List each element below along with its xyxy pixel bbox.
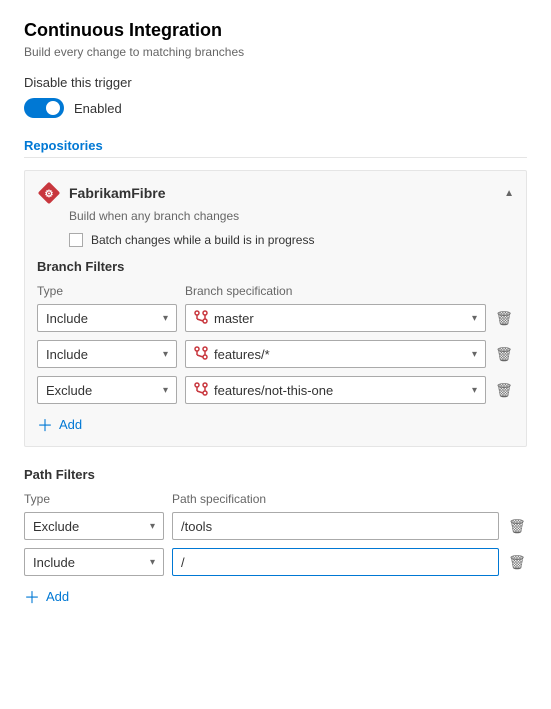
branch-icon-0 <box>194 310 208 327</box>
repositories-header: Repositories <box>24 138 527 158</box>
path-type-dropdown-0[interactable]: Exclude ▾ <box>24 512 164 540</box>
chevron-down-icon-spec-0: ▾ <box>472 313 477 324</box>
branch-spec-text-2: features/not-this-one <box>214 383 466 398</box>
repo-name: FabrikamFibre <box>69 185 496 201</box>
path-spec-input-0[interactable] <box>172 512 499 540</box>
path-filters-title: Path Filters <box>24 467 527 482</box>
delete-path-row-1[interactable]: 🗑 <box>507 552 527 572</box>
path-filter-row-1: Include ▾ 🗑 <box>24 548 527 576</box>
path-spec-input-1[interactable] <box>172 548 499 576</box>
chevron-down-icon: ▾ <box>163 313 168 324</box>
add-branch-filter-row[interactable]: ＋ Add <box>37 412 514 436</box>
branch-spec-dropdown-1[interactable]: features/* ▾ <box>185 340 486 368</box>
chevron-down-icon: ▾ <box>150 521 155 532</box>
svg-text:⚙: ⚙ <box>45 189 54 200</box>
branch-icon-1 <box>194 346 208 363</box>
add-path-label: Add <box>46 589 69 604</box>
toggle-state-label: Enabled <box>74 101 122 116</box>
page-subtitle: Build every change to matching branches <box>24 45 527 59</box>
branch-spec-dropdown-2[interactable]: features/not-this-one ▾ <box>185 376 486 404</box>
repo-icon: ⚙ <box>37 181 61 205</box>
plus-icon-path: ＋ <box>24 584 40 608</box>
chevron-down-icon: ▾ <box>150 557 155 568</box>
delete-branch-row-0[interactable]: 🗑 <box>494 308 514 328</box>
chevron-down-icon-spec-1: ▾ <box>472 349 477 360</box>
branch-filter-row-2: Exclude ▾ features/not-this-one ▾ <box>37 376 514 404</box>
chevron-down-icon: ▾ <box>163 385 168 396</box>
enabled-toggle[interactable] <box>24 98 64 118</box>
batch-label: Batch changes while a build is in progre… <box>91 233 314 247</box>
plus-icon: ＋ <box>37 412 53 436</box>
delete-path-row-0[interactable]: 🗑 <box>507 516 527 536</box>
chevron-down-icon: ▾ <box>163 349 168 360</box>
chevron-down-icon-spec-2: ▾ <box>472 385 477 396</box>
branch-filter-row-0: Include ▾ master ▾ 🗑 <box>37 304 514 332</box>
add-branch-label: Add <box>59 417 82 432</box>
branch-spec-col-header: Branch specification <box>185 284 514 298</box>
delete-branch-row-1[interactable]: 🗑 <box>494 344 514 364</box>
path-type-dropdown-1[interactable]: Include ▾ <box>24 548 164 576</box>
page-title: Continuous Integration <box>24 20 527 41</box>
add-path-filter-row[interactable]: ＋ Add <box>24 584 527 608</box>
path-spec-col-header: Path specification <box>172 492 527 506</box>
repo-description: Build when any branch changes <box>69 209 514 223</box>
collapse-icon[interactable]: ▲ <box>504 188 514 199</box>
branch-spec-dropdown-0[interactable]: master ▾ <box>185 304 486 332</box>
disable-trigger-label: Disable this trigger <box>24 75 527 90</box>
branch-spec-text-0: master <box>214 311 466 326</box>
branch-filter-row-1: Include ▾ features/* ▾ 🗑 <box>37 340 514 368</box>
path-type-col-header: Type <box>24 492 164 506</box>
branch-filters-title: Branch Filters <box>37 259 514 274</box>
branch-type-dropdown-0[interactable]: Include ▾ <box>37 304 177 332</box>
delete-branch-row-2[interactable]: 🗑 <box>494 380 514 400</box>
branch-type-dropdown-1[interactable]: Include ▾ <box>37 340 177 368</box>
path-filter-row-0: Exclude ▾ 🗑 <box>24 512 527 540</box>
batch-checkbox[interactable] <box>69 233 83 247</box>
branch-spec-text-1: features/* <box>214 347 466 362</box>
branch-icon-2 <box>194 382 208 399</box>
branch-type-dropdown-2[interactable]: Exclude ▾ <box>37 376 177 404</box>
branch-type-col-header: Type <box>37 284 177 298</box>
